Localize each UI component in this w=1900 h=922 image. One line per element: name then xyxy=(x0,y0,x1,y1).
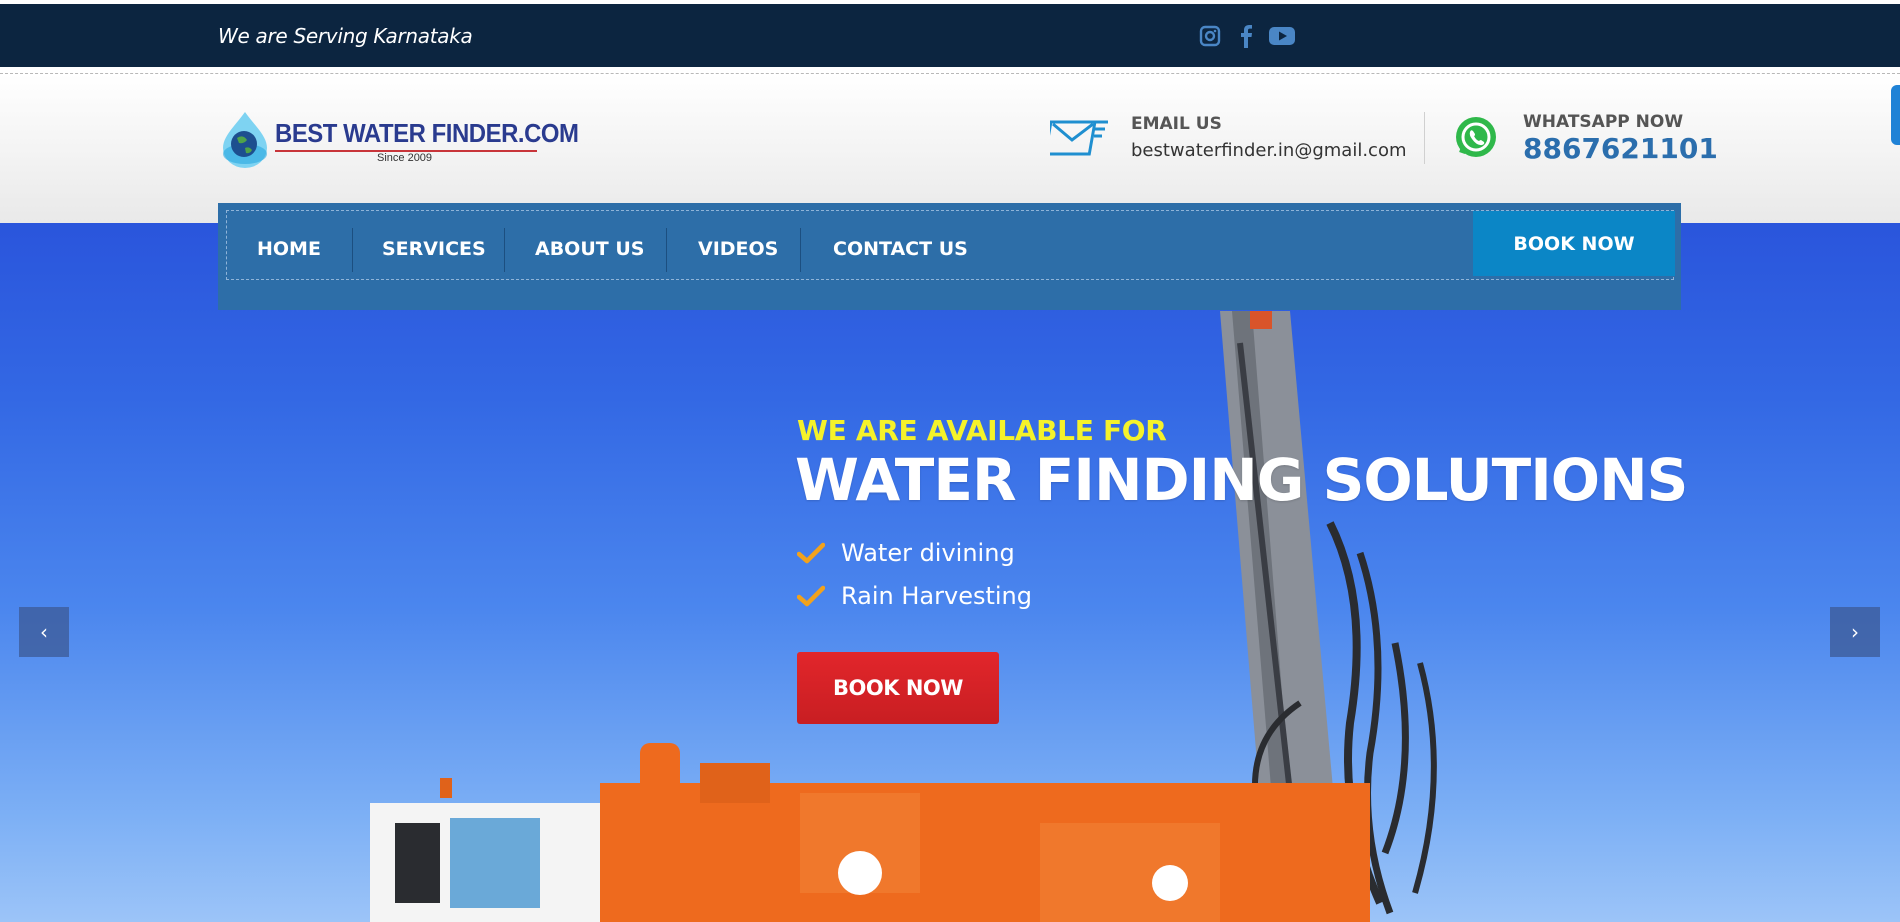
youtube-icon[interactable] xyxy=(1268,22,1296,50)
tagline: We are Serving Karnataka xyxy=(218,24,473,48)
feature-item: Water divining xyxy=(797,539,1015,567)
main-nav: HOME SERVICES ABOUT US VIDEOS CONTACT US xyxy=(218,203,1681,310)
side-tab[interactable] xyxy=(1891,85,1900,145)
hero-kicker: WE ARE AVAILABLE FOR xyxy=(797,414,1167,447)
nav-separator xyxy=(800,228,801,272)
nav-inner: HOME SERVICES ABOUT US VIDEOS CONTACT US xyxy=(226,210,1674,280)
header-separator xyxy=(1424,112,1425,164)
nav-separator xyxy=(504,228,505,272)
feature-item: Rain Harvesting xyxy=(797,582,1032,610)
email-label: EMAIL US xyxy=(1131,114,1222,134)
feature-text: Water divining xyxy=(841,539,1015,567)
top-bar: We are Serving Karnataka xyxy=(0,4,1900,67)
nav-separator xyxy=(666,228,667,272)
hero-book-now-button[interactable]: BOOK NOW xyxy=(797,652,999,724)
check-icon xyxy=(797,585,825,607)
drill-rig-image xyxy=(370,311,1437,922)
whatsapp-icon[interactable] xyxy=(1454,115,1498,159)
hero-title: WATER FINDING SOLUTIONS xyxy=(795,446,1688,514)
whatsapp-number[interactable]: 8867621101 xyxy=(1523,132,1718,165)
whatsapp-label: WHATSAPP NOW xyxy=(1523,112,1684,132)
nav-separator xyxy=(352,228,353,272)
logo-text: BEST WATER FINDER.COM xyxy=(275,118,579,148)
site-logo[interactable]: BEST WATER FINDER.COM Since 2009 xyxy=(217,110,579,172)
nav-home[interactable]: HOME xyxy=(257,238,321,260)
facebook-icon[interactable] xyxy=(1232,22,1260,50)
nav-videos[interactable]: VIDEOS xyxy=(698,238,778,260)
nav-book-now-button[interactable]: BOOK NOW xyxy=(1473,211,1675,276)
feature-text: Rain Harvesting xyxy=(841,582,1032,610)
chevron-right-icon[interactable]: › xyxy=(1830,607,1880,657)
nav-services[interactable]: SERVICES xyxy=(382,238,486,260)
envelope-icon xyxy=(1050,120,1108,156)
nav-about-us[interactable]: ABOUT US xyxy=(535,238,644,260)
instagram-icon[interactable] xyxy=(1196,22,1224,50)
globe-drop-icon xyxy=(223,112,267,168)
check-icon xyxy=(797,542,825,564)
email-address[interactable]: bestwaterfinder.in@gmail.com xyxy=(1131,140,1407,161)
logo-since: Since 2009 xyxy=(377,152,433,164)
nav-contact-us[interactable]: CONTACT US xyxy=(833,238,968,260)
hero-slider xyxy=(0,223,1900,922)
chevron-left-icon[interactable]: ‹ xyxy=(19,607,69,657)
